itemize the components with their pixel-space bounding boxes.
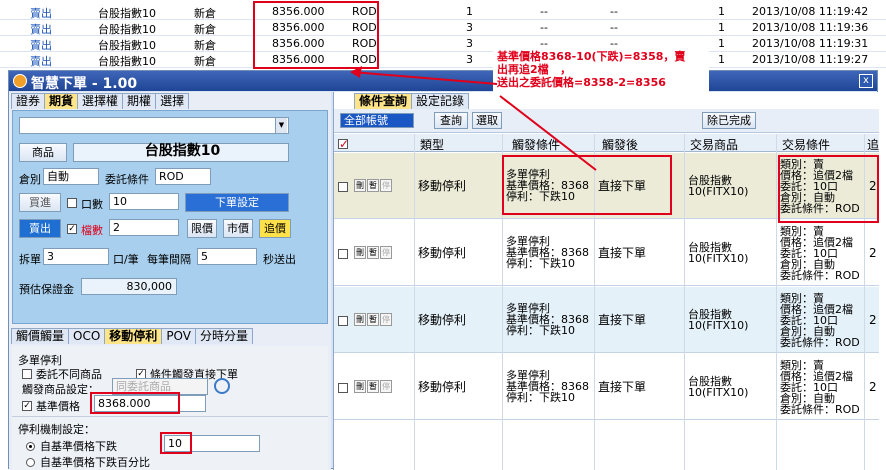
arrow-to-trigger	[499, 95, 597, 171]
annotation-arrows	[350, 66, 597, 171]
arrow-to-price	[351, 71, 498, 85]
arrowhead-icon	[350, 66, 362, 78]
